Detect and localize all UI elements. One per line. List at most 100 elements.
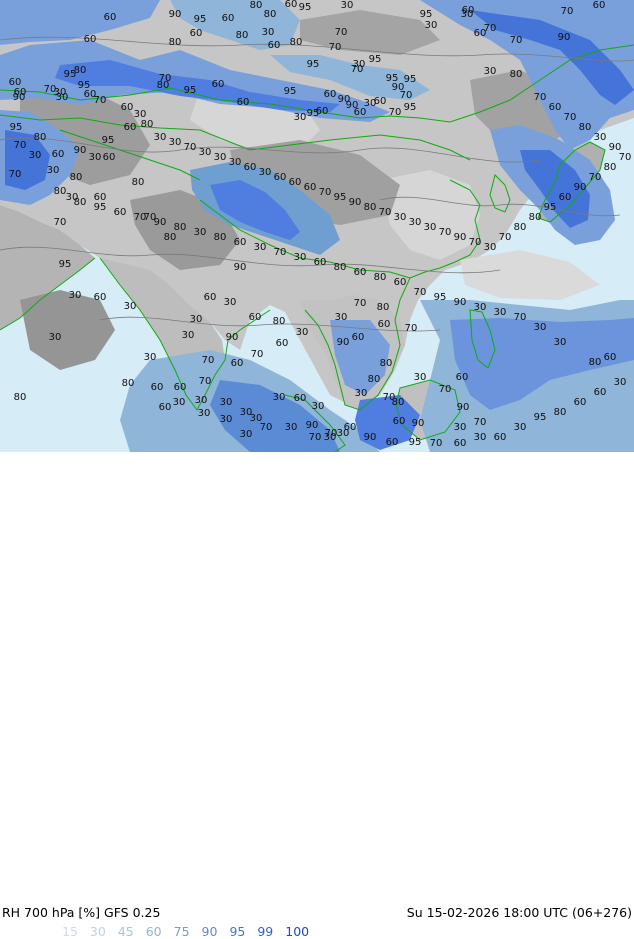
contour-label: 80	[290, 37, 303, 48]
map-title: RH 700 hPa [%] GFS 0.25	[2, 905, 161, 920]
contour-label: 70	[351, 64, 364, 75]
contour-label: 60	[124, 122, 137, 133]
contour-label: 70	[405, 323, 418, 334]
contour-label: 70	[389, 107, 402, 118]
contour-label: 60	[386, 437, 399, 448]
contour-label: 30	[409, 217, 422, 228]
contour-label: 70	[199, 376, 212, 387]
contour-label: 30	[214, 152, 227, 163]
contour-label: 70	[561, 6, 574, 17]
contour-label: 80	[214, 232, 227, 243]
contour-label: 70	[589, 172, 602, 183]
contour-label: 60	[204, 292, 217, 303]
contour-label: 30	[49, 332, 62, 343]
contour-label: 80	[169, 37, 182, 48]
contour-label: 30	[194, 227, 207, 238]
contour-label: 30	[240, 407, 253, 418]
contour-label: 30	[424, 222, 437, 233]
contour-label: 30	[554, 337, 567, 348]
contour-label: 30	[312, 401, 325, 412]
contour-label: 80	[157, 80, 170, 91]
contour-label: 30	[56, 92, 69, 103]
contour-label: 30	[259, 167, 272, 178]
contour-label: 95	[544, 202, 557, 213]
contour-label: 30	[89, 152, 102, 163]
contour-label: 60	[314, 257, 327, 268]
contour-label: 60	[222, 13, 235, 24]
contour-label: 30	[29, 150, 42, 161]
contour-label: 60	[9, 77, 22, 88]
contour-label: 30	[454, 422, 467, 433]
contour-label: 60	[190, 28, 203, 39]
legend-item: 90	[201, 924, 218, 939]
contour-label: 90	[154, 217, 167, 228]
map-canvas: 9060 6095606080 9580309530706030608060 80 30…	[0, 0, 634, 452]
contour-label: 70	[439, 227, 452, 238]
contour-label: 60	[103, 152, 116, 163]
contour-label: 60	[378, 319, 391, 330]
contour-label: 30	[240, 429, 253, 440]
contour-label: 70	[430, 438, 443, 449]
contour-label: 30	[220, 414, 233, 425]
contour-label: 60	[285, 0, 298, 10]
contour-label: 80	[368, 374, 381, 385]
humidity-map: 90 60 60 95 60 60 80 95 80 30 95 30 70 60 30 60 80 60 80 30…	[0, 0, 634, 452]
contour-label: 30	[514, 422, 527, 433]
contour-label: 95	[409, 437, 422, 448]
contour-label: 90	[454, 232, 467, 243]
contour-label: 80	[141, 119, 154, 130]
contour-label: 90	[226, 332, 239, 343]
contour-label: 80	[579, 122, 592, 133]
contour-label: 70	[469, 237, 482, 248]
contour-label: 80	[364, 202, 377, 213]
contour-label: 30	[199, 147, 212, 158]
contour-label: 95	[404, 102, 417, 113]
legend-item: 99	[257, 924, 274, 939]
contour-label: 30	[324, 432, 337, 443]
contour-label: 30	[198, 408, 211, 419]
contour-label: 70	[309, 432, 322, 443]
contour-label: 95	[102, 135, 115, 146]
contour-label: 70	[439, 384, 452, 395]
legend-item: 95	[229, 924, 246, 939]
contour-label: 30	[484, 66, 497, 77]
contour-label: 95	[307, 108, 320, 119]
contour-label: 80	[392, 397, 405, 408]
contour-label: 60	[549, 102, 562, 113]
contour-label: 70	[184, 142, 197, 153]
contour-label: 30	[474, 432, 487, 443]
contour-label: 30	[273, 392, 286, 403]
contour-label: 30	[220, 397, 233, 408]
contour-label: 80	[54, 186, 67, 197]
contour-label: 70	[400, 90, 413, 101]
contour-label: 60	[114, 207, 127, 218]
contour-label: 60	[159, 402, 172, 413]
contour-label: 30	[425, 20, 438, 31]
contour-label: 90	[169, 9, 182, 20]
contour-label: 60	[354, 267, 367, 278]
contour-label: 30	[144, 352, 157, 363]
contour-label: 95	[284, 86, 297, 97]
contour-label: 90	[13, 92, 26, 103]
contour-label: 60	[151, 382, 164, 393]
contour-label: 95	[307, 59, 320, 70]
contour-label: 70	[514, 312, 527, 323]
contour-label: 90	[574, 182, 587, 193]
contour-label: 60	[244, 162, 257, 173]
contour-label: 80	[70, 172, 83, 183]
legend-item: 45	[117, 924, 134, 939]
contour-label: 95	[369, 54, 382, 65]
contour-label: 80	[74, 197, 87, 208]
contour-label: 95	[299, 2, 312, 13]
contour-label: 70	[274, 247, 287, 258]
contour-label: 70	[319, 187, 332, 198]
contour-label: 80	[164, 232, 177, 243]
contour-label: 90	[457, 402, 470, 413]
contour-label: 70	[260, 422, 273, 433]
contour-label: 30	[285, 422, 298, 433]
contour-label: 30	[195, 395, 208, 406]
contour-label: 70	[134, 212, 147, 223]
contour-label: 80	[514, 222, 527, 233]
contour-label: 30	[614, 377, 627, 388]
contour-label: 60	[249, 312, 262, 323]
